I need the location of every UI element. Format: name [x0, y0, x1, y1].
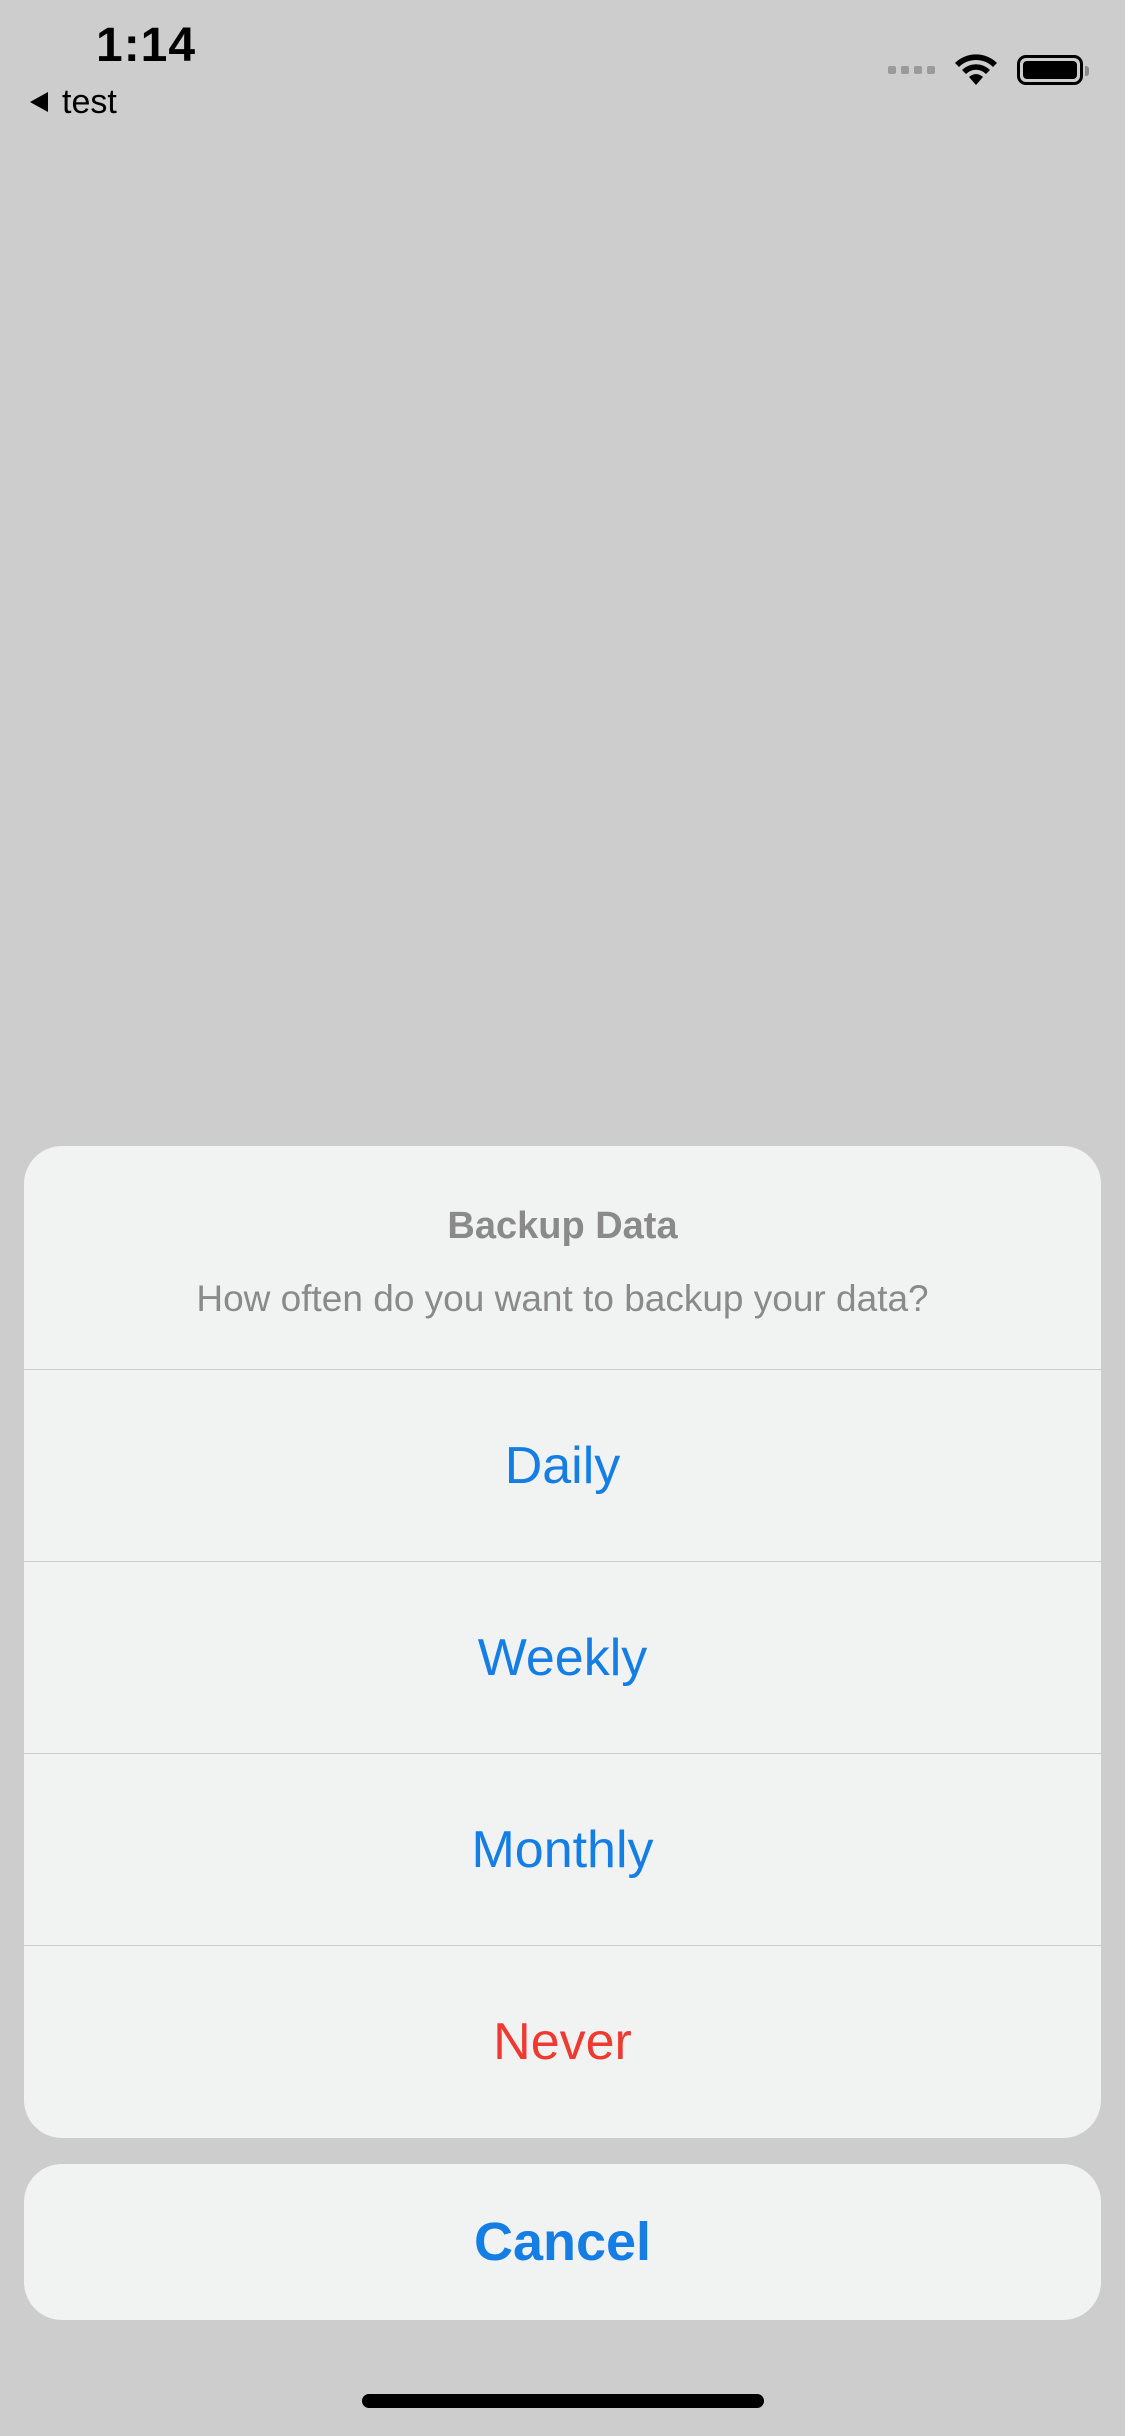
back-app-label: test: [62, 82, 117, 121]
status-icons: [888, 48, 1089, 92]
action-sheet-title: Backup Data: [447, 1205, 678, 1247]
home-indicator[interactable]: [362, 2394, 764, 2408]
battery-icon: [1017, 55, 1089, 85]
option-monthly-button[interactable]: Monthly: [24, 1754, 1101, 1946]
status-time: 1:14: [96, 19, 197, 72]
option-daily-button[interactable]: Daily: [24, 1370, 1101, 1562]
back-triangle-icon: [30, 92, 48, 112]
back-to-app-link[interactable]: test: [30, 80, 117, 124]
status-bar: 1:14 test: [0, 0, 1125, 140]
action-sheet: Backup Data How often do you want to bac…: [24, 1146, 1101, 2138]
cellular-signal-icon: [888, 66, 935, 74]
option-weekly-button[interactable]: Weekly: [24, 1562, 1101, 1754]
cancel-button[interactable]: Cancel: [24, 2164, 1101, 2320]
action-sheet-message: How often do you want to backup your dat…: [196, 1278, 929, 1319]
wifi-icon: [955, 54, 997, 85]
option-never-button[interactable]: Never: [24, 1946, 1101, 2138]
action-sheet-header: Backup Data How often do you want to bac…: [24, 1146, 1101, 1370]
